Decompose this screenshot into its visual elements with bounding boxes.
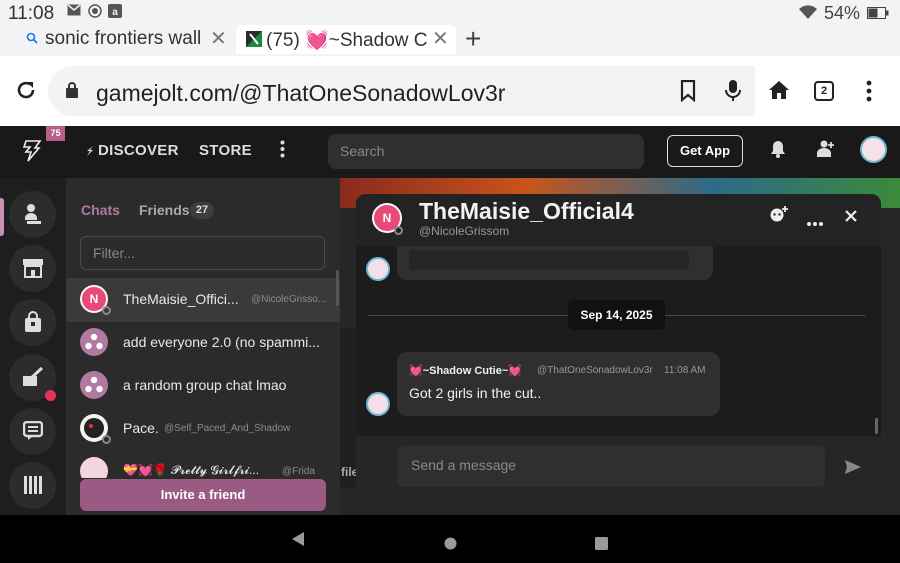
chat-filter-input[interactable]: Filter... xyxy=(80,236,325,270)
chat-name: a random group chat lmao xyxy=(123,377,287,393)
chat-list-scrollbar[interactable] xyxy=(336,270,339,306)
sender-avatar xyxy=(366,392,390,416)
tab-count-button[interactable]: 2 xyxy=(814,81,834,101)
invite-friend-button[interactable]: Invite a friend xyxy=(80,479,326,511)
rail-activity-button[interactable] xyxy=(9,191,56,238)
amazon-icon: a xyxy=(108,4,122,18)
close-tab-icon[interactable]: ✕ xyxy=(432,26,449,51)
friends-count-badge: 27 xyxy=(190,202,214,219)
rail-shop-button[interactable] xyxy=(9,299,56,346)
battery-icon xyxy=(867,6,889,24)
message-input[interactable]: Send a message xyxy=(397,446,825,487)
message-text: Got 2 girls in the cut.. xyxy=(409,385,542,401)
presence-dot xyxy=(102,435,111,444)
avatar xyxy=(80,457,108,478)
group-chat-icon xyxy=(80,328,108,356)
tab-label: sonic frontiers wall xyxy=(45,28,202,49)
date-divider: Sep 14, 2025 xyxy=(568,300,665,330)
left-sidebar xyxy=(0,178,66,515)
home-nav-icon[interactable] xyxy=(444,534,457,555)
rail-library-button[interactable] xyxy=(9,462,56,509)
url-text[interactable]: gamejolt.com/@ThatOneSonadowLov3r xyxy=(96,80,505,107)
chat-handle: @NicoleGrisso... xyxy=(251,294,327,305)
chat-list-item[interactable]: add everyone 2.0 (no spammi... xyxy=(66,321,340,365)
battery-percent: 54% xyxy=(824,3,861,23)
message-bubble xyxy=(397,352,720,416)
close-chat-icon[interactable] xyxy=(845,209,857,227)
status-time: 11:08 xyxy=(8,3,55,24)
chat-list-item[interactable]: a random group chat lmao xyxy=(66,364,340,408)
more-nav-icon[interactable] xyxy=(280,140,285,163)
message-time: 11:08 AM xyxy=(664,365,706,376)
search-icon xyxy=(26,32,38,47)
lock-icon xyxy=(66,82,78,103)
previous-message-bubble xyxy=(397,246,713,280)
status-bar: 11:08 a 54% xyxy=(0,0,900,25)
microphone-icon[interactable] xyxy=(725,80,741,107)
tab-label: (75) 💓~Shadow C xyxy=(266,30,428,51)
recents-icon[interactable] xyxy=(595,534,608,555)
active-indicator xyxy=(0,198,4,236)
browser-tab-strip: sonic frontiers wall ✕ (75) 💓~Shadow C ✕… xyxy=(0,23,900,56)
gamejolt-favicon xyxy=(246,31,262,52)
chat-name: 💝💓🌹 𝓟𝓻𝓮𝓽𝓽𝔂 𝓖𝓲𝓻𝓵𝓯𝓻𝓲... xyxy=(123,463,260,477)
notification-dot xyxy=(45,390,56,401)
overflow-menu-icon[interactable] xyxy=(866,80,872,107)
browser-tab-active[interactable]: (75) 💓~Shadow C ✕ xyxy=(236,25,456,54)
chat-list-item[interactable]: 💝💓🌹 𝓟𝓻𝓮𝓽𝓽𝔂 𝓖𝓲𝓻𝓵𝓯𝓻𝓲... @Frida xyxy=(66,450,340,478)
get-app-button[interactable]: Get App xyxy=(667,135,743,167)
chat-name: add everyone 2.0 (no spammi... xyxy=(123,334,320,350)
rail-chat-button[interactable] xyxy=(9,408,56,455)
message-author: 💓~Shadow Cutie~💓 xyxy=(409,365,522,377)
nav-discover[interactable]: DISCOVER xyxy=(98,142,179,159)
chat-handle: @Self_Paced_And_Shadow xyxy=(164,423,291,434)
gamejolt-topbar: 75 DISCOVER STORE Search Get App xyxy=(0,126,900,178)
notification-badge: 75 xyxy=(46,126,65,141)
group-chat-icon xyxy=(80,371,108,399)
nav-store[interactable]: STORE xyxy=(199,142,252,159)
add-member-icon[interactable] xyxy=(769,206,789,227)
chat-name: Pace. xyxy=(123,420,159,436)
friend-requests-icon[interactable] xyxy=(815,140,835,163)
wifi-icon xyxy=(798,4,818,25)
home-icon[interactable] xyxy=(768,79,790,106)
send-icon[interactable] xyxy=(845,460,861,479)
record-icon xyxy=(88,4,102,18)
svg-text:a: a xyxy=(112,7,118,18)
discover-icon xyxy=(85,144,95,162)
tab-chats[interactable]: Chats xyxy=(81,202,120,218)
close-tab-icon[interactable]: ✕ xyxy=(210,26,227,51)
reload-icon[interactable] xyxy=(14,78,38,107)
tab-friends[interactable]: Friends xyxy=(139,202,190,218)
bell-icon[interactable] xyxy=(770,140,786,163)
chat-list-item[interactable]: Pace. @Self_Paced_And_Shadow xyxy=(66,407,340,451)
mail-icon xyxy=(67,4,81,18)
user-avatar[interactable] xyxy=(860,136,887,163)
back-icon[interactable] xyxy=(291,531,305,552)
message-handle: @ThatOneSonadowLov3r xyxy=(537,365,653,376)
presence-dot xyxy=(394,226,403,235)
gamejolt-logo-icon[interactable] xyxy=(22,140,42,167)
chat-scrollbar[interactable] xyxy=(875,418,878,434)
new-tab-icon[interactable]: + xyxy=(465,23,481,55)
bookmark-icon[interactable] xyxy=(680,79,696,107)
chat-name: TheMaisie_Offici... xyxy=(123,291,239,307)
rail-store-button[interactable] xyxy=(9,245,56,292)
chat-list-item[interactable]: N TheMaisie_Offici... @NicoleGrisso... xyxy=(66,278,340,322)
presence-dot xyxy=(102,306,111,315)
site-search-input[interactable]: Search xyxy=(328,134,644,169)
chat-options-icon[interactable] xyxy=(807,213,823,231)
chat-handle: @Frida xyxy=(282,466,315,477)
chat-subtitle: @NicoleGrissom xyxy=(419,224,510,238)
chat-title: TheMaisie_Official4 xyxy=(419,198,634,224)
browser-tab-search[interactable]: sonic frontiers wall ✕ xyxy=(12,25,234,54)
sender-avatar xyxy=(366,257,390,281)
